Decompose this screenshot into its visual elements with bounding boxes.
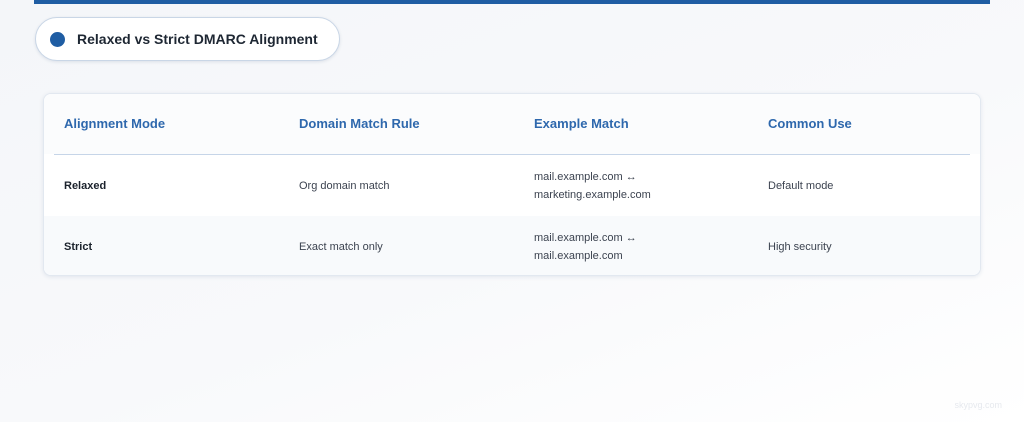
column-header-common-use: Common Use [768, 116, 852, 131]
example-match-line-2: mail.example.com [534, 249, 623, 262]
watermark-text: skypvg.com [954, 400, 1002, 410]
top-accent-bar [34, 0, 990, 4]
title-badge: Relaxed vs Strict DMARC Alignment [35, 17, 340, 61]
cell-alignment-mode: Strict [64, 240, 93, 253]
cell-common-use: High security [768, 240, 832, 253]
table-row: Strict Exact match only mail.example.com… [44, 216, 980, 275]
column-header-example-match: Example Match [534, 116, 629, 131]
column-header-alignment-mode: Alignment Mode [64, 116, 166, 131]
page-title: Relaxed vs Strict DMARC Alignment [77, 31, 318, 47]
bullet-dot-icon [50, 31, 65, 47]
cell-domain-match-rule: Exact match only [299, 240, 383, 253]
cell-common-use: Default mode [768, 179, 834, 192]
example-match-line-1: mail.example.com ↔ [534, 231, 637, 244]
cell-example-match: mail.example.com ↔ mail.example.com [534, 216, 764, 275]
example-match-line-1: mail.example.com ↔ [534, 170, 637, 183]
comparison-table: Alignment Mode Domain Match Rule Example… [43, 93, 981, 276]
cell-domain-match-rule: Org domain match [299, 179, 390, 192]
cell-alignment-mode: Relaxed [64, 179, 107, 192]
cell-example-match: mail.example.com ↔ marketing.example.com [534, 155, 764, 216]
table-header-row: Alignment Mode Domain Match Rule Example… [44, 94, 980, 154]
example-match-line-2: marketing.example.com [534, 188, 651, 201]
table-row: Relaxed Org domain match mail.example.co… [44, 155, 980, 216]
column-header-domain-match-rule: Domain Match Rule [299, 116, 420, 131]
